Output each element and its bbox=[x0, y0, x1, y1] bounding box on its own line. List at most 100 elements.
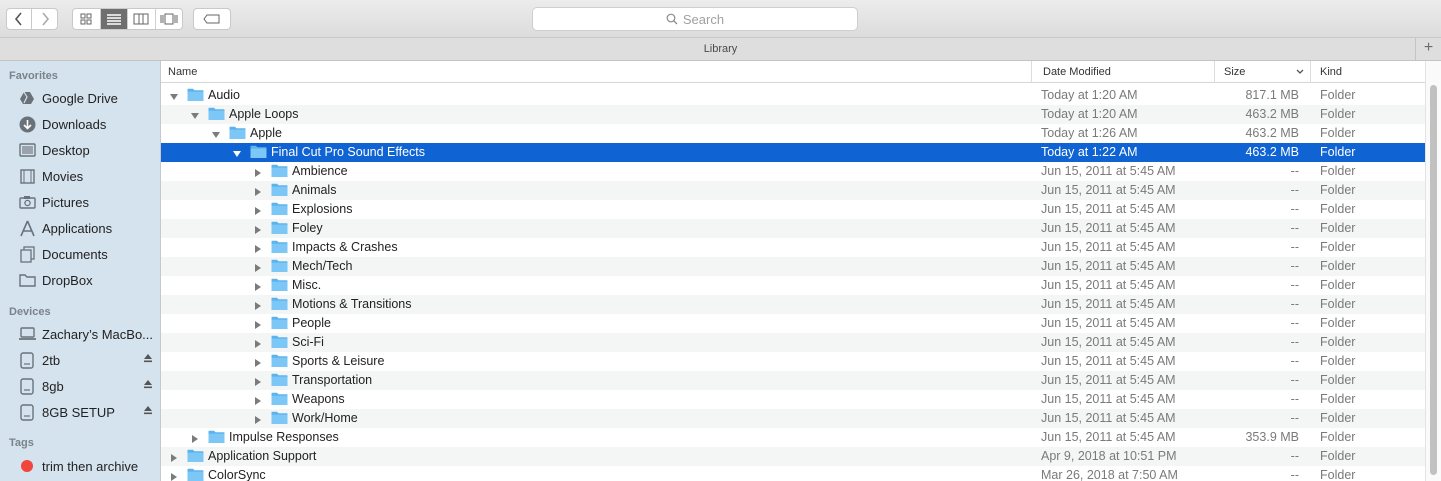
disclosure-closed-icon[interactable] bbox=[253, 281, 263, 291]
folder-icon bbox=[271, 297, 288, 314]
sidebar-item-pictures[interactable]: Pictures bbox=[0, 189, 160, 215]
row-kind: Folder bbox=[1320, 392, 1356, 406]
disclosure-closed-icon[interactable] bbox=[169, 471, 179, 481]
add-tab-button[interactable]: + bbox=[1415, 38, 1441, 60]
column-header-date-modified[interactable]: Date Modified bbox=[1032, 61, 1215, 83]
disclosure-closed-icon[interactable] bbox=[253, 224, 263, 234]
table-row[interactable]: Weapons Jun 15, 2011 at 5:45 AM -- Folder bbox=[161, 390, 1425, 409]
cover-flow-button[interactable] bbox=[156, 9, 183, 29]
row-kind: Folder bbox=[1320, 145, 1356, 159]
sidebar-item-zachary-s-macbo[interactable]: Zachary’s MacBo... bbox=[0, 321, 160, 347]
row-size: 463.2 MB bbox=[1245, 145, 1299, 159]
table-row[interactable]: Mech/Tech Jun 15, 2011 at 5:45 AM -- Folder bbox=[161, 257, 1425, 276]
table-row[interactable]: Foley Jun 15, 2011 at 5:45 AM -- Folder bbox=[161, 219, 1425, 238]
folder-icon bbox=[271, 392, 288, 409]
folder-icon bbox=[271, 202, 288, 219]
row-date-modified: Jun 15, 2011 at 5:45 AM bbox=[1041, 278, 1176, 292]
back-button[interactable] bbox=[6, 8, 32, 30]
disclosure-closed-icon[interactable] bbox=[253, 167, 263, 177]
disclosure-closed-icon[interactable] bbox=[253, 414, 263, 424]
icon-view-button[interactable] bbox=[73, 9, 101, 29]
table-row[interactable]: Sports & Leisure Jun 15, 2011 at 5:45 AM -… bbox=[161, 352, 1425, 371]
row-name: Weapons bbox=[292, 392, 345, 406]
table-row[interactable]: Explosions Jun 15, 2011 at 5:45 AM -- Folde… bbox=[161, 200, 1425, 219]
table-row[interactable]: Animals Jun 15, 2011 at 5:45 AM -- Folder bbox=[161, 181, 1425, 200]
row-size: -- bbox=[1290, 221, 1299, 235]
disclosure-closed-icon[interactable] bbox=[253, 205, 263, 215]
disclosure-closed-icon[interactable] bbox=[253, 357, 263, 367]
disclosure-closed-icon[interactable] bbox=[253, 319, 263, 329]
sidebar-item-trim-then-archive[interactable]: trim then archive bbox=[0, 453, 160, 479]
table-row[interactable]: Apple Today at 1:26 AM 463.2 MB Folder bbox=[161, 124, 1425, 143]
table-row[interactable]: ColorSync Mar 26, 2018 at 7:50 AM -- Folder bbox=[161, 466, 1425, 481]
table-row[interactable]: Final Cut Pro Sound Effects Today at 1:22… bbox=[161, 143, 1425, 162]
disclosure-closed-icon[interactable] bbox=[253, 395, 263, 405]
disclosure-open-icon[interactable] bbox=[211, 129, 221, 139]
column-view-button[interactable] bbox=[128, 9, 156, 29]
sidebar: Favorites Google Drive Downloads Desktop Mo… bbox=[0, 61, 161, 481]
disclosure-open-icon[interactable] bbox=[190, 110, 200, 120]
list-view-button[interactable] bbox=[100, 9, 128, 29]
vertical-scrollbar[interactable] bbox=[1425, 61, 1441, 481]
column-header-size[interactable]: Size bbox=[1215, 61, 1311, 83]
disclosure-closed-icon[interactable] bbox=[253, 300, 263, 310]
row-kind: Folder bbox=[1320, 240, 1356, 254]
row-date-modified: Jun 15, 2011 at 5:45 AM bbox=[1041, 373, 1176, 387]
disclosure-closed-icon[interactable] bbox=[253, 338, 263, 348]
sidebar-item-google-drive[interactable]: Google Drive bbox=[0, 85, 160, 111]
tag-color-dot bbox=[17, 456, 37, 476]
row-size: -- bbox=[1290, 354, 1299, 368]
sidebar-item-8gb[interactable]: 8gb bbox=[0, 373, 160, 399]
row-size: -- bbox=[1290, 164, 1299, 178]
table-row[interactable]: Ambience Jun 15, 2011 at 5:45 AM -- Folder bbox=[161, 162, 1425, 181]
column-header-kind[interactable]: Kind bbox=[1311, 61, 1425, 83]
table-row[interactable]: People Jun 15, 2011 at 5:45 AM -- Folder bbox=[161, 314, 1425, 333]
table-row[interactable]: Motions & Transitions Jun 15, 2011 at 5:4… bbox=[161, 295, 1425, 314]
sidebar-item-movies[interactable]: Movies bbox=[0, 163, 160, 189]
sidebar-item-dropbox[interactable]: DropBox bbox=[0, 267, 160, 293]
table-row[interactable]: Impulse Responses Jun 15, 2011 at 5:45 AM… bbox=[161, 428, 1425, 447]
table-row[interactable]: Sci-Fi Jun 15, 2011 at 5:45 AM -- Folder bbox=[161, 333, 1425, 352]
disclosure-open-icon[interactable] bbox=[169, 91, 179, 101]
sidebar-item-label: Zachary’s MacBo... bbox=[42, 326, 154, 342]
table-row[interactable]: Application Support Apr 9, 2018 at 10:51 … bbox=[161, 447, 1425, 466]
sidebar-item-applications[interactable]: Applications bbox=[0, 215, 160, 241]
disclosure-closed-icon[interactable] bbox=[253, 186, 263, 196]
sidebar-item-2tb[interactable]: 2tb bbox=[0, 347, 160, 373]
disclosure-closed-icon[interactable] bbox=[253, 262, 263, 272]
sidebar-item-desktop[interactable]: Desktop bbox=[0, 137, 160, 163]
search-field[interactable]: Search bbox=[532, 7, 858, 31]
scrollbar-thumb[interactable] bbox=[1430, 85, 1437, 475]
row-name: People bbox=[292, 316, 331, 330]
row-name: Work/Home bbox=[292, 411, 358, 425]
row-size: 463.2 MB bbox=[1245, 107, 1299, 121]
row-date-modified: Jun 15, 2011 at 5:45 AM bbox=[1041, 221, 1176, 235]
eject-icon[interactable] bbox=[143, 379, 153, 389]
eject-icon[interactable] bbox=[143, 405, 153, 415]
disclosure-closed-icon[interactable] bbox=[190, 433, 200, 443]
favorites-header: Favorites bbox=[9, 70, 58, 82]
column-header-name[interactable]: Name bbox=[161, 61, 1032, 83]
disclosure-closed-icon[interactable] bbox=[169, 452, 179, 462]
table-row[interactable]: Transportation Jun 15, 2011 at 5:45 AM -- F… bbox=[161, 371, 1425, 390]
disclosure-closed-icon[interactable] bbox=[253, 376, 263, 386]
row-size: -- bbox=[1290, 240, 1299, 254]
table-row[interactable]: Misc. Jun 15, 2011 at 5:45 AM -- Folder bbox=[161, 276, 1425, 295]
table-row[interactable]: Impacts & Crashes Jun 15, 2011 at 5:45 AM… bbox=[161, 238, 1425, 257]
disclosure-open-icon[interactable] bbox=[232, 148, 242, 158]
sidebar-item-label: 8GB SETUP bbox=[42, 404, 115, 420]
sidebar-item-8gb-setup[interactable]: 8GB SETUP bbox=[0, 399, 160, 425]
forward-button[interactable] bbox=[31, 8, 58, 30]
eject-icon[interactable] bbox=[143, 353, 153, 363]
table-row[interactable]: Apple Loops Today at 1:20 AM 463.2 MB Folde… bbox=[161, 105, 1425, 124]
sidebar-item-documents[interactable]: Documents bbox=[0, 241, 160, 267]
table-row[interactable]: Work/Home Jun 15, 2011 at 5:45 AM -- Folder bbox=[161, 409, 1425, 428]
row-name: Sports & Leisure bbox=[292, 354, 385, 368]
sidebar-item-label: Desktop bbox=[42, 142, 90, 158]
disclosure-closed-icon[interactable] bbox=[253, 243, 263, 253]
edit-tags-button[interactable] bbox=[193, 8, 231, 30]
table-row[interactable]: Audio Today at 1:20 AM 817.1 MB Folder bbox=[161, 86, 1425, 105]
column-header-size-label: Size bbox=[1224, 66, 1246, 78]
sidebar-item-downloads[interactable]: Downloads bbox=[0, 111, 160, 137]
row-date-modified: Jun 15, 2011 at 5:45 AM bbox=[1041, 297, 1176, 311]
